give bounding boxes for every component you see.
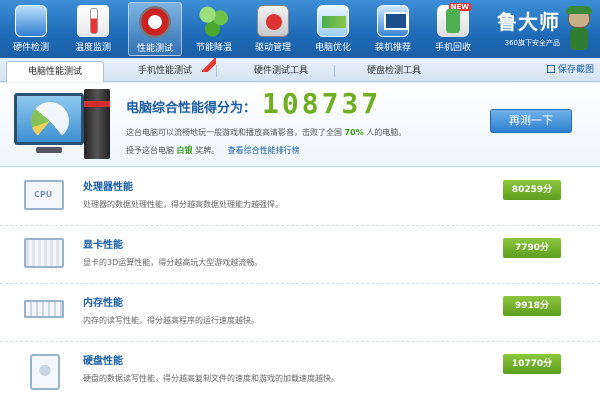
monitor-illustration-icon — [14, 93, 84, 145]
tab-bar: 电脑性能测试 手机性能测试 硬件测试工具 硬盘检测工具 保存截图 — [0, 58, 600, 82]
save-screenshot-label: 保存截图 — [557, 65, 594, 75]
main-toolbar: 硬件检测 温度监测 性能测试 节能降温 驱动管理 电脑优化 装机推荐 NEW 手… — [0, 0, 600, 58]
graphics-card-icon — [24, 238, 64, 268]
component-title: 硬盘性能 — [83, 356, 123, 367]
toolbar-label: 驱动管理 — [254, 43, 291, 53]
toolbar-label: 电脑优化 — [314, 43, 351, 53]
save-icon — [546, 65, 555, 73]
toolbar-label: 手机回收 — [434, 43, 471, 53]
retest-button[interactable]: 再测一下 — [490, 109, 572, 133]
phone-icon: NEW — [437, 3, 471, 37]
brand-logo: 鲁大师 360旗下安全产品 — [486, 4, 594, 54]
cpu-icon: CPU — [24, 180, 64, 210]
component-title: 显卡性能 — [83, 240, 123, 251]
gauge-icon — [139, 6, 171, 38]
toolbar-driver-management[interactable]: 驱动管理 — [246, 2, 300, 56]
thermometer-icon — [77, 5, 109, 37]
toolbar-performance-test[interactable]: 性能测试 — [128, 2, 182, 56]
toolbar-temperature[interactable]: 温度监测 — [66, 2, 120, 56]
list-item: 内存性能 内存的读写性能，得分越高程序的运行速度越快。 9918分 — [0, 284, 600, 342]
ranking-link[interactable]: 查看综合性能排行榜 — [228, 146, 300, 155]
cpu-icon-text: CPU — [34, 190, 53, 199]
list-item: CPU 处理器性能 处理器的数据处理性能，得分越高数据处理能力越强悍。 8025… — [0, 168, 600, 226]
pc-tower-icon — [84, 89, 110, 159]
score-desc-suffix: 人的电脑。 — [366, 128, 407, 137]
new-badge: NEW — [448, 3, 471, 11]
score-desc-prefix: 这台电脑可以流畅地玩一般游戏和播放高清影音，击败了全国 — [126, 128, 342, 137]
leaf-icon — [198, 5, 230, 37]
optimize-icon — [317, 5, 349, 37]
toolbar-label: 节能降温 — [195, 43, 232, 53]
component-title: 内存性能 — [83, 298, 123, 309]
mascot-icon — [564, 6, 594, 52]
list-item: 显卡性能 显卡的3D运算性能，得分越高玩大型游戏越流畅。 7790分 — [0, 226, 600, 284]
toolbar-build-recommend[interactable]: 装机推荐 — [366, 2, 420, 56]
hardware-icon — [15, 5, 47, 37]
toolbar-hardware-check[interactable]: 硬件检测 — [4, 2, 58, 56]
tab-disk-tools[interactable]: 硬盘检测工具 — [345, 61, 443, 82]
toolbar-energy-saving[interactable]: 节能降温 — [187, 2, 241, 56]
component-list: CPU 处理器性能 处理器的数据处理性能，得分越高数据处理能力越强悍。 8025… — [0, 168, 600, 400]
beat-percent: 70% — [344, 128, 364, 137]
total-score: 108737 — [262, 87, 382, 120]
toolbar-label: 温度监测 — [74, 43, 111, 53]
component-description: 显卡的3D运算性能，得分越高玩大型游戏越流畅。 — [83, 258, 263, 267]
level-description: 授予这台电脑 白银 奖牌。 查看综合性能排行榜 — [126, 145, 300, 156]
toolbar-pc-optimize[interactable]: 电脑优化 — [306, 2, 360, 56]
level-prefix: 授予这台电脑 — [126, 146, 174, 155]
score-description: 这台电脑可以流畅地玩一般游戏和播放高清影音，击败了全国 70% 人的电脑。 — [126, 127, 406, 138]
memory-icon — [24, 300, 64, 318]
component-score: 7790分 — [503, 238, 561, 258]
brand-name: 鲁大师 — [497, 10, 560, 34]
component-description: 硬盘的数据读写性能，得分越高复制文件的速度和游戏的加载速度越快。 — [83, 374, 339, 383]
driver-icon — [257, 5, 289, 37]
brand-subtitle: 360旗下安全产品 — [504, 39, 560, 47]
list-item: 硬盘性能 硬盘的数据读写性能，得分越高复制文件的速度和游戏的加载速度越快。 10… — [0, 342, 600, 400]
hard-disk-icon — [30, 354, 60, 390]
component-title: 处理器性能 — [83, 182, 133, 193]
component-description: 处理器的数据处理性能，得分越高数据处理能力越强悍。 — [83, 200, 283, 209]
component-score: 80259分 — [503, 180, 561, 200]
component-description: 内存的读写性能，得分越高程序的运行速度越快。 — [83, 316, 259, 325]
component-score: 10770分 — [503, 354, 561, 374]
monitor-icon — [377, 5, 409, 37]
score-label: 电脑综合性能得分为： — [126, 101, 257, 116]
toolbar-label: 装机推荐 — [374, 43, 411, 53]
save-screenshot-link[interactable]: 保存截图 — [546, 62, 594, 75]
component-score: 9918分 — [503, 296, 561, 316]
level-suffix: 奖牌。 — [195, 146, 220, 155]
new-ribbon-icon — [202, 58, 216, 72]
toolbar-label: 性能测试 — [136, 44, 173, 54]
toolbar-label: 硬件检测 — [12, 43, 49, 53]
tab-hardware-tools[interactable]: 硬件测试工具 — [232, 61, 330, 82]
medal-level: 白银 — [176, 146, 193, 155]
tab-phone-performance[interactable]: 手机性能测试 — [115, 61, 215, 82]
toolbar-phone-recycle[interactable]: NEW 手机回收 — [426, 2, 480, 56]
tab-pc-performance[interactable]: 电脑性能测试 — [6, 61, 104, 82]
score-panel: 电脑综合性能得分为： 108737 这台电脑可以流畅地玩一般游戏和播放高清影音，… — [0, 83, 600, 167]
